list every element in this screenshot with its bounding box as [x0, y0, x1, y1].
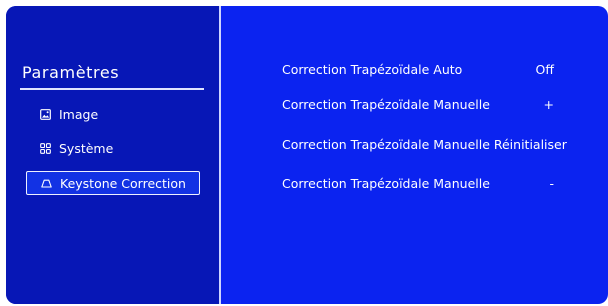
- setting-row-manual-keystone-plus[interactable]: Correction Trapézoïdale Manuelle +: [282, 95, 576, 117]
- setting-label: Correction Trapézoïdale Manuelle Réiniti…: [282, 137, 567, 152]
- setting-value: +: [543, 97, 554, 112]
- panel-divider: [219, 6, 221, 304]
- sidebar-item-keystone-correction[interactable]: Keystone Correction: [26, 171, 200, 195]
- setting-row-manual-keystone-reset[interactable]: Correction Trapézoïdale Manuelle Réiniti…: [282, 135, 576, 157]
- setting-label: Correction Trapézoïdale Manuelle: [282, 97, 490, 112]
- setting-value: -: [549, 176, 554, 191]
- sidebar-title: Paramètres: [22, 63, 120, 82]
- settings-window: Paramètres Image Système Keystone Correc…: [6, 6, 608, 304]
- sidebar-divider: [20, 88, 204, 90]
- trapezoid-icon: [39, 176, 53, 190]
- sidebar-item-label: Image: [59, 106, 99, 122]
- image-icon: [38, 107, 52, 121]
- sidebar-item-label: Keystone Correction: [60, 175, 186, 191]
- setting-value: Off: [535, 62, 554, 77]
- sidebar-item-label: Système: [59, 140, 114, 156]
- sidebar-item-systeme[interactable]: Système: [26, 136, 200, 160]
- setting-label: Correction Trapézoïdale Manuelle: [282, 176, 490, 191]
- setting-row-auto-keystone[interactable]: Correction Trapézoïdale Auto Off: [282, 60, 576, 82]
- sidebar: Paramètres Image Système Keystone Correc…: [6, 6, 219, 304]
- sidebar-item-image[interactable]: Image: [26, 102, 200, 126]
- setting-row-manual-keystone-minus[interactable]: Correction Trapézoïdale Manuelle -: [282, 174, 576, 196]
- setting-label: Correction Trapézoïdale Auto: [282, 62, 463, 77]
- grid-icon: [38, 141, 52, 155]
